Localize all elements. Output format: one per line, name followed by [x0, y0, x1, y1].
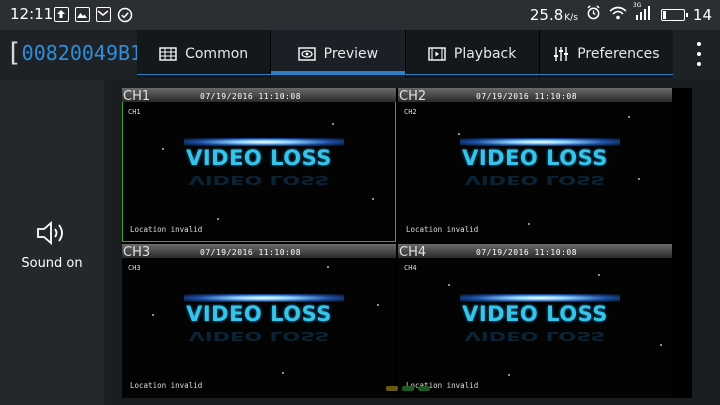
location-text: Location invalid [406, 225, 479, 234]
tab-preferences-label: Preferences [577, 46, 660, 62]
main-tabs: Common Preview Playback Preferences [137, 30, 673, 78]
device-id-button[interactable]: [ 00820049B1 ] [6, 38, 158, 68]
wifi-icon [609, 6, 627, 24]
battery-level: 14 [692, 5, 712, 24]
upload-icon [54, 7, 69, 22]
speaker-icon [37, 221, 63, 245]
left-panel: Sound on [0, 80, 104, 405]
video-cell-ch1[interactable]: CH1 07/19/2016 11:10:08 CH1 VIDEO LOSS V… [122, 88, 396, 242]
video-cell-ch3[interactable]: CH3 07/19/2016 11:10:08 CH3 VIDEO LOSS V… [122, 244, 396, 398]
mail-icon [96, 7, 111, 22]
channel-label: CH2 [399, 89, 427, 104]
channel-overlay: CH2 [404, 108, 417, 116]
video-loss-text: VIDEO LOSS [462, 302, 608, 326]
page-indicator [386, 386, 430, 391]
tab-common[interactable]: Common [137, 30, 272, 78]
tab-playback[interactable]: Playback [406, 30, 540, 78]
timestamp: 07/19/2016 11:10:08 [200, 248, 302, 257]
video-grid: CH1 07/19/2016 11:10:08 CH1 VIDEO LOSS V… [122, 88, 692, 398]
channel-overlay: CH3 [128, 264, 141, 272]
tab-preferences[interactable]: Preferences [540, 30, 673, 78]
video-loss-reflection: VIDEO LOSS [188, 172, 330, 188]
location-text: Location invalid [130, 381, 203, 390]
location-text: Location invalid [130, 225, 203, 234]
channel-overlay: CH4 [404, 264, 417, 272]
image-icon [75, 7, 90, 22]
channel-label: CH3 [123, 245, 151, 260]
video-loss-text: VIDEO LOSS [186, 302, 332, 326]
video-loss-reflection: VIDEO LOSS [464, 328, 606, 344]
status-bar: 12:11 25.8K/s 3G 14 [0, 0, 720, 30]
sound-label: Sound on [21, 256, 83, 271]
preview-area: CH1 07/19/2016 11:10:08 CH1 VIDEO LOSS V… [112, 80, 720, 405]
signal-icon: 3G [633, 2, 653, 24]
timestamp: 07/19/2016 11:10:08 [476, 92, 578, 101]
channel-label: CH1 [123, 89, 151, 104]
video-loss-reflection: VIDEO LOSS [188, 328, 330, 344]
video-loss-text: VIDEO LOSS [462, 146, 608, 170]
status-time: 12:11 [10, 5, 54, 23]
sound-toggle[interactable]: Sound on [0, 220, 104, 271]
more-options-icon[interactable] [696, 42, 702, 66]
tab-playback-label: Playback [453, 46, 517, 62]
notification-icons [54, 7, 133, 27]
network-speed: 25.8K/s [529, 5, 578, 24]
tab-common-label: Common [185, 46, 249, 62]
tab-preview[interactable]: Preview [271, 30, 406, 78]
channel-overlay: CH1 [128, 108, 141, 116]
battery-icon [660, 8, 688, 21]
grid-icon [159, 47, 177, 61]
sliders-icon [554, 47, 569, 61]
film-icon [428, 47, 446, 61]
video-cell-ch4[interactable]: CH4 07/19/2016 11:10:08 CH4 VIDEO LOSS V… [398, 244, 672, 398]
channel-label: CH4 [399, 245, 427, 260]
tab-preview-label: Preview [323, 46, 379, 62]
device-id: 00820049B1 [21, 41, 143, 65]
timestamp: 07/19/2016 11:10:08 [476, 248, 578, 257]
eye-icon [297, 47, 316, 61]
alarm-icon [586, 5, 601, 24]
status-right: 25.8K/s 3G 14 [529, 2, 712, 24]
video-loss-reflection: VIDEO LOSS [464, 172, 606, 188]
video-cell-ch2[interactable]: CH2 07/19/2016 11:10:08 CH2 VIDEO LOSS V… [398, 88, 672, 242]
timestamp: 07/19/2016 11:10:08 [200, 92, 302, 101]
check-circle-icon [117, 7, 133, 27]
tabs-underline [137, 74, 673, 75]
